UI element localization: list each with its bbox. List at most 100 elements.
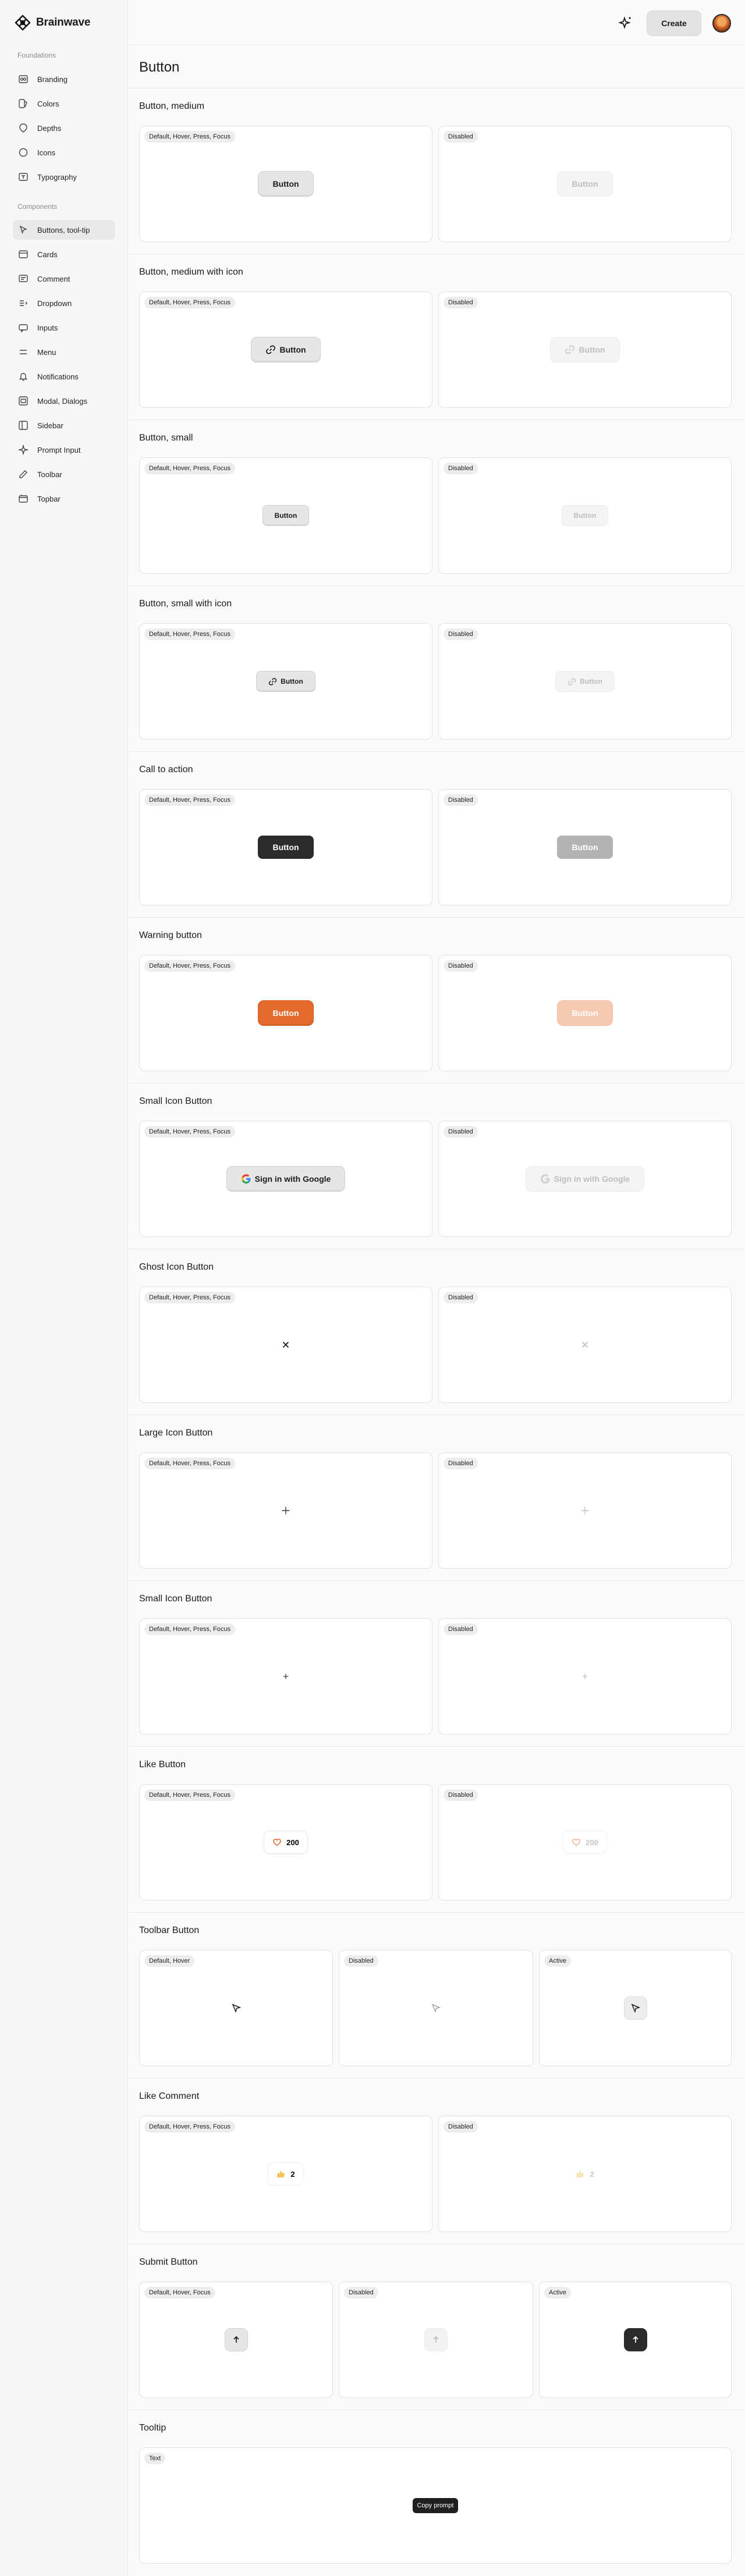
large-plus-button[interactable] bbox=[274, 1499, 297, 1522]
section-small-icon-button: Small Icon Button Default, Hover, Press,… bbox=[129, 1581, 745, 1747]
sidebar-item-sidebar[interactable]: Sidebar bbox=[13, 415, 115, 435]
heart-icon bbox=[572, 1838, 580, 1846]
cta-button-disabled: Button bbox=[557, 836, 613, 859]
button-small[interactable]: Button bbox=[262, 505, 310, 526]
section-title: Small Icon Button bbox=[139, 1096, 212, 1106]
demo-card-disabled: Disabled bbox=[438, 1618, 732, 1735]
section-like-button: Like Button Default, Hover, Press, Focus… bbox=[129, 1747, 745, 1913]
sidebar-item-label: Prompt Input bbox=[37, 445, 81, 454]
sidebar-item-depths[interactable]: Depths bbox=[13, 118, 115, 138]
depths-icon bbox=[17, 122, 29, 134]
link-icon bbox=[266, 345, 276, 354]
section-title: Submit Button bbox=[139, 2257, 198, 2267]
close-icon bbox=[282, 1341, 289, 1348]
sidebar-item-colors[interactable]: Colors bbox=[13, 94, 115, 113]
plus-icon bbox=[282, 1506, 290, 1515]
page-header: Button bbox=[129, 45, 745, 88]
demo-card-disabled: Disabled Button bbox=[438, 292, 732, 408]
submit-button-active[interactable] bbox=[623, 2328, 647, 2351]
sidebar-item-label: Menu bbox=[37, 347, 56, 357]
button-label: Button bbox=[281, 677, 303, 685]
button-label: Sign in with Google bbox=[554, 1174, 630, 1184]
section-title: Button, small with icon bbox=[139, 599, 232, 609]
button-medium-disabled: Button bbox=[557, 171, 613, 197]
button-small-with-icon-disabled: Button bbox=[555, 671, 615, 692]
sidebar-item-label: Depths bbox=[37, 123, 62, 133]
sidebar-item-label: Cards bbox=[37, 250, 58, 259]
toolbar-pointer-button-disabled bbox=[424, 1996, 448, 2020]
section-submit-button: Submit Button Default, Hover, Focus Disa… bbox=[129, 2244, 745, 2410]
toolbar-icon bbox=[17, 468, 29, 480]
section-title: Large Icon Button bbox=[139, 1428, 213, 1438]
like-count: 2 bbox=[590, 2169, 594, 2179]
demo-card-default: Default, Hover, Focus bbox=[139, 2282, 333, 2398]
sidebar-item-buttons[interactable]: Buttons, tool-tip bbox=[13, 220, 115, 240]
toolbar-pointer-button[interactable] bbox=[225, 1996, 248, 2020]
ghost-close-button[interactable] bbox=[274, 1333, 297, 1356]
demo-card-disabled: Disabled bbox=[438, 1287, 732, 1403]
thumbs-up-icon bbox=[577, 2170, 584, 2177]
large-plus-button-disabled bbox=[573, 1499, 597, 1522]
bell-icon bbox=[17, 371, 29, 382]
button-label: Button bbox=[279, 345, 306, 354]
google-signin-button[interactable]: Sign in with Google bbox=[226, 1166, 346, 1192]
toolbar-pointer-button-active[interactable] bbox=[623, 1996, 647, 2020]
demo-card-disabled: Disabled Button bbox=[438, 457, 732, 574]
demo-card-default: Default, Hover, Press, Focus Sign in wit… bbox=[139, 1121, 432, 1237]
avatar[interactable] bbox=[712, 14, 731, 33]
sidebar-item-cards[interactable]: Cards bbox=[13, 244, 115, 264]
brand-logo[interactable]: Brainwave bbox=[14, 14, 90, 31]
sidebar-item-toolbar[interactable]: Toolbar bbox=[13, 464, 115, 484]
sidebar-item-typography[interactable]: Typography bbox=[13, 167, 115, 187]
google-icon bbox=[540, 1174, 550, 1184]
section-toolbar-button: Toolbar Button Default, Hover Disabled A… bbox=[129, 1913, 745, 2078]
brand-name: Brainwave bbox=[36, 16, 91, 29]
sidebar-item-icons[interactable]: Icons bbox=[13, 143, 115, 162]
brainwave-logo-icon bbox=[15, 15, 31, 31]
warning-button[interactable]: Button bbox=[258, 1000, 314, 1026]
cta-button[interactable]: Button bbox=[258, 836, 314, 859]
sidebar-item-modal[interactable]: Modal, Dialogs bbox=[13, 391, 115, 411]
demo-card-disabled: Disabled bbox=[438, 1452, 732, 1569]
sidebar-item-topbar[interactable]: Topbar bbox=[13, 489, 115, 509]
demo-card-default: Default, Hover, Press, Focus Button bbox=[139, 126, 432, 242]
sidebar-item-dropdown[interactable]: Dropdown bbox=[13, 293, 115, 313]
cursor-icon bbox=[232, 2003, 241, 2013]
like-comment-button-disabled: 2 bbox=[567, 2162, 603, 2186]
button-medium-with-icon[interactable]: Button bbox=[251, 337, 321, 363]
section-button-small: Button, small Default, Hover, Press, Foc… bbox=[129, 420, 745, 586]
section-title: Ghost Icon Button bbox=[139, 1262, 214, 1272]
sidebar-item-label: Buttons, tool-tip bbox=[37, 225, 90, 234]
tooltip: Copy prompt bbox=[412, 2498, 459, 2513]
sidebar-item-label: Comment bbox=[37, 274, 70, 283]
demo-card-disabled: Disabled 2 bbox=[438, 2116, 732, 2232]
inputs-icon bbox=[17, 322, 29, 333]
button-small-with-icon[interactable]: Button bbox=[256, 671, 315, 692]
sidebar-item-menu[interactable]: Menu bbox=[13, 342, 115, 362]
button-medium[interactable]: Button bbox=[258, 171, 314, 197]
submit-button[interactable] bbox=[224, 2328, 248, 2351]
like-count: 200 bbox=[586, 1838, 598, 1847]
arrow-up-icon bbox=[632, 2336, 638, 2343]
sparkle-icon[interactable] bbox=[618, 15, 633, 30]
section-title: Like Button bbox=[139, 1760, 186, 1770]
heart-icon bbox=[273, 1838, 281, 1846]
sidebar-item-comment[interactable]: Comment bbox=[13, 269, 115, 289]
create-button[interactable]: Create bbox=[647, 10, 701, 36]
google-signin-button-disabled: Sign in with Google bbox=[525, 1166, 645, 1192]
like-button[interactable]: 200 bbox=[264, 1831, 308, 1854]
page-title: Button bbox=[139, 59, 180, 75]
sidebar-item-prompt-input[interactable]: Prompt Input bbox=[13, 440, 115, 460]
demo-card-disabled: Disabled Sign in with Google bbox=[438, 1121, 732, 1237]
like-comment-button[interactable]: 2 bbox=[268, 2162, 304, 2186]
colors-icon bbox=[17, 98, 29, 109]
sidebar-item-branding[interactable]: Branding bbox=[13, 69, 115, 89]
sidebar-item-notifications[interactable]: Notifications bbox=[13, 367, 115, 386]
small-plus-button[interactable] bbox=[274, 1665, 297, 1688]
small-plus-button-disabled bbox=[573, 1665, 597, 1688]
demo-card-default: Default, Hover, Press, Focus 200 bbox=[139, 1784, 432, 1900]
button-label: Button bbox=[580, 677, 602, 685]
sidebar-item-inputs[interactable]: Inputs bbox=[13, 318, 115, 337]
sidebar-item-label: Toolbar bbox=[37, 470, 62, 479]
like-button-disabled: 200 bbox=[563, 1831, 607, 1854]
